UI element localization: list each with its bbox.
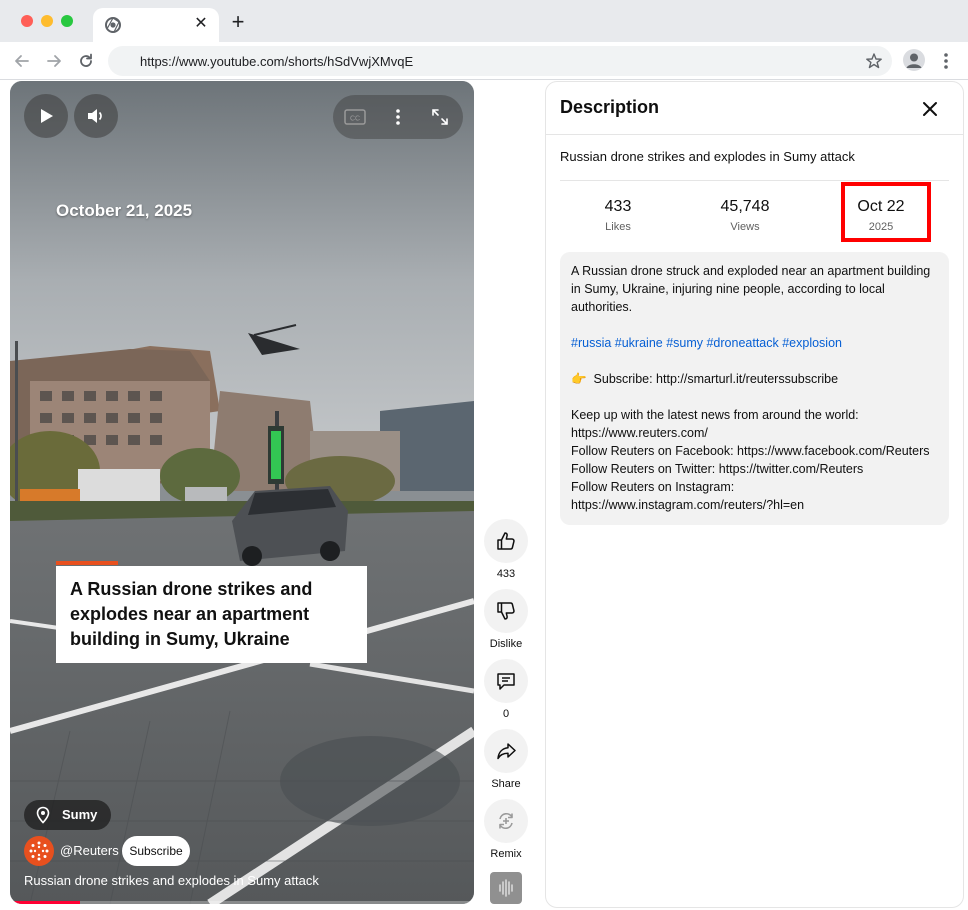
- share-icon: [497, 743, 516, 760]
- comments-button[interactable]: [484, 659, 528, 703]
- close-icon[interactable]: [918, 97, 942, 121]
- player-controls-pill: CC: [333, 95, 463, 139]
- thumbs-down-icon: [497, 602, 515, 620]
- video-date-overlay: October 21, 2025: [56, 201, 193, 220]
- profile-avatar-icon[interactable]: [903, 49, 925, 71]
- panel-title: Description: [560, 97, 660, 117]
- volume-button[interactable]: [74, 94, 118, 138]
- audio-wave-icon: [499, 879, 513, 897]
- views-label: Views: [730, 221, 760, 233]
- description-body: A Russian drone struck and exploded near…: [560, 252, 949, 525]
- browser-toolbar: https://www.youtube.com/shorts/hSdVwjXMv…: [0, 42, 968, 80]
- subscribe-line: 👉 Subscribe: http://smarturl.it/reuterss…: [571, 370, 938, 388]
- location-pin-icon: [36, 806, 50, 824]
- thumbs-up-icon: [497, 532, 515, 550]
- stats-divider: [560, 180, 949, 181]
- captions-icon[interactable]: CC: [344, 108, 366, 126]
- share-button[interactable]: [484, 729, 528, 773]
- reload-icon[interactable]: [76, 51, 96, 71]
- panel-divider: [546, 134, 963, 135]
- tab-close-icon[interactable]: ✕: [193, 16, 209, 32]
- description-text-line: Keep up with the latest news from around…: [571, 408, 859, 422]
- dislike-button[interactable]: [484, 589, 528, 633]
- shorts-video-player[interactable]: CC October 21, 2025 A Russian drone stri…: [10, 81, 474, 904]
- description-text-line: in Sumy, Ukraine, injuring nine people, …: [571, 282, 885, 296]
- bookmark-star-icon[interactable]: [865, 52, 883, 70]
- caption-line: A Russian drone strikes and: [70, 579, 313, 599]
- channel-avatar[interactable]: [24, 836, 54, 866]
- like-count: 433: [496, 568, 516, 580]
- description-text-line: Follow Reuters on Instagram:: [571, 480, 735, 494]
- likes-value: 433: [604, 198, 632, 215]
- description-panel: Description Russian drone strikes and ex…: [545, 81, 964, 908]
- location-chip[interactable]: Sumy: [24, 800, 112, 830]
- pointing-hand-icon: 👉: [571, 372, 587, 386]
- play-icon: [41, 109, 53, 123]
- description-text-line: A Russian drone struck and exploded near…: [571, 264, 931, 278]
- caption-line: explodes near an apartment: [70, 604, 310, 624]
- browser-tab[interactable]: ✕: [93, 8, 219, 42]
- play-button[interactable]: [24, 94, 68, 138]
- share-label: Share: [491, 778, 521, 790]
- fullscreen-icon[interactable]: [431, 108, 449, 126]
- comment-icon: [497, 673, 515, 690]
- video-title[interactable]: Russian drone strikes and explodes in Su…: [24, 873, 319, 888]
- date-highlight-box: [841, 182, 931, 242]
- subscribe-link-text[interactable]: Subscribe: http://smarturl.it/reuterssub…: [594, 372, 839, 386]
- channel-name[interactable]: @Reuters: [60, 843, 119, 858]
- close-window-button[interactable]: [21, 15, 33, 27]
- likes-label: Likes: [605, 221, 631, 233]
- reuters-website-link[interactable]: https://www.reuters.com/: [571, 424, 938, 442]
- description-text-line: authorities.: [571, 300, 633, 314]
- hashtags-link[interactable]: #russia #ukraine #sumy #droneattack #exp…: [571, 334, 938, 352]
- subscribe-button[interactable]: Subscribe: [122, 836, 190, 866]
- instagram-link[interactable]: https://www.instagram.com/reuters/?hl=en: [571, 496, 938, 514]
- views-stat: 45,748 Views: [690, 197, 800, 235]
- url-text[interactable]: https://www.youtube.com/shorts/hSdVwjXMv…: [140, 54, 413, 69]
- facebook-link[interactable]: Follow Reuters on Facebook: https://www.…: [571, 442, 938, 460]
- chrome-icon: [105, 17, 121, 33]
- browser-menu-icon[interactable]: [938, 51, 954, 71]
- address-bar[interactable]: https://www.youtube.com/shorts/hSdVwjXMv…: [108, 46, 892, 76]
- forward-arrow-icon[interactable]: [44, 51, 64, 71]
- svg-text:CC: CC: [350, 116, 360, 123]
- location-label: Sumy: [62, 807, 98, 822]
- like-button[interactable]: [484, 519, 528, 563]
- dislike-label: Dislike: [489, 638, 523, 650]
- comment-count: 0: [502, 708, 510, 720]
- caption-line: building in Sumy, Ukraine: [70, 629, 290, 649]
- minimize-window-button[interactable]: [41, 15, 53, 27]
- twitter-link[interactable]: Follow Reuters on Twitter: https://twitt…: [571, 460, 938, 478]
- description-video-title: Russian drone strikes and explodes in Su…: [560, 149, 855, 164]
- volume-icon: [88, 109, 102, 123]
- back-arrow-icon[interactable]: [12, 51, 32, 71]
- browser-tab-strip: ✕ +: [0, 0, 968, 42]
- views-value: 45,748: [720, 198, 770, 215]
- remix-label: Remix: [490, 848, 522, 860]
- video-progress-bar[interactable]: [10, 901, 474, 904]
- caption-accent-bar: [56, 561, 118, 565]
- more-options-icon[interactable]: [390, 108, 406, 126]
- remix-button[interactable]: [484, 799, 528, 843]
- maximize-window-button[interactable]: [61, 15, 73, 27]
- video-progress-fill: [10, 901, 80, 904]
- sound-thumbnail[interactable]: [490, 872, 522, 904]
- remix-icon: [499, 813, 513, 829]
- new-tab-button[interactable]: +: [229, 11, 247, 33]
- likes-stat: 433 Likes: [563, 197, 673, 235]
- video-caption-box: A Russian drone strikes and explodes nea…: [56, 566, 367, 663]
